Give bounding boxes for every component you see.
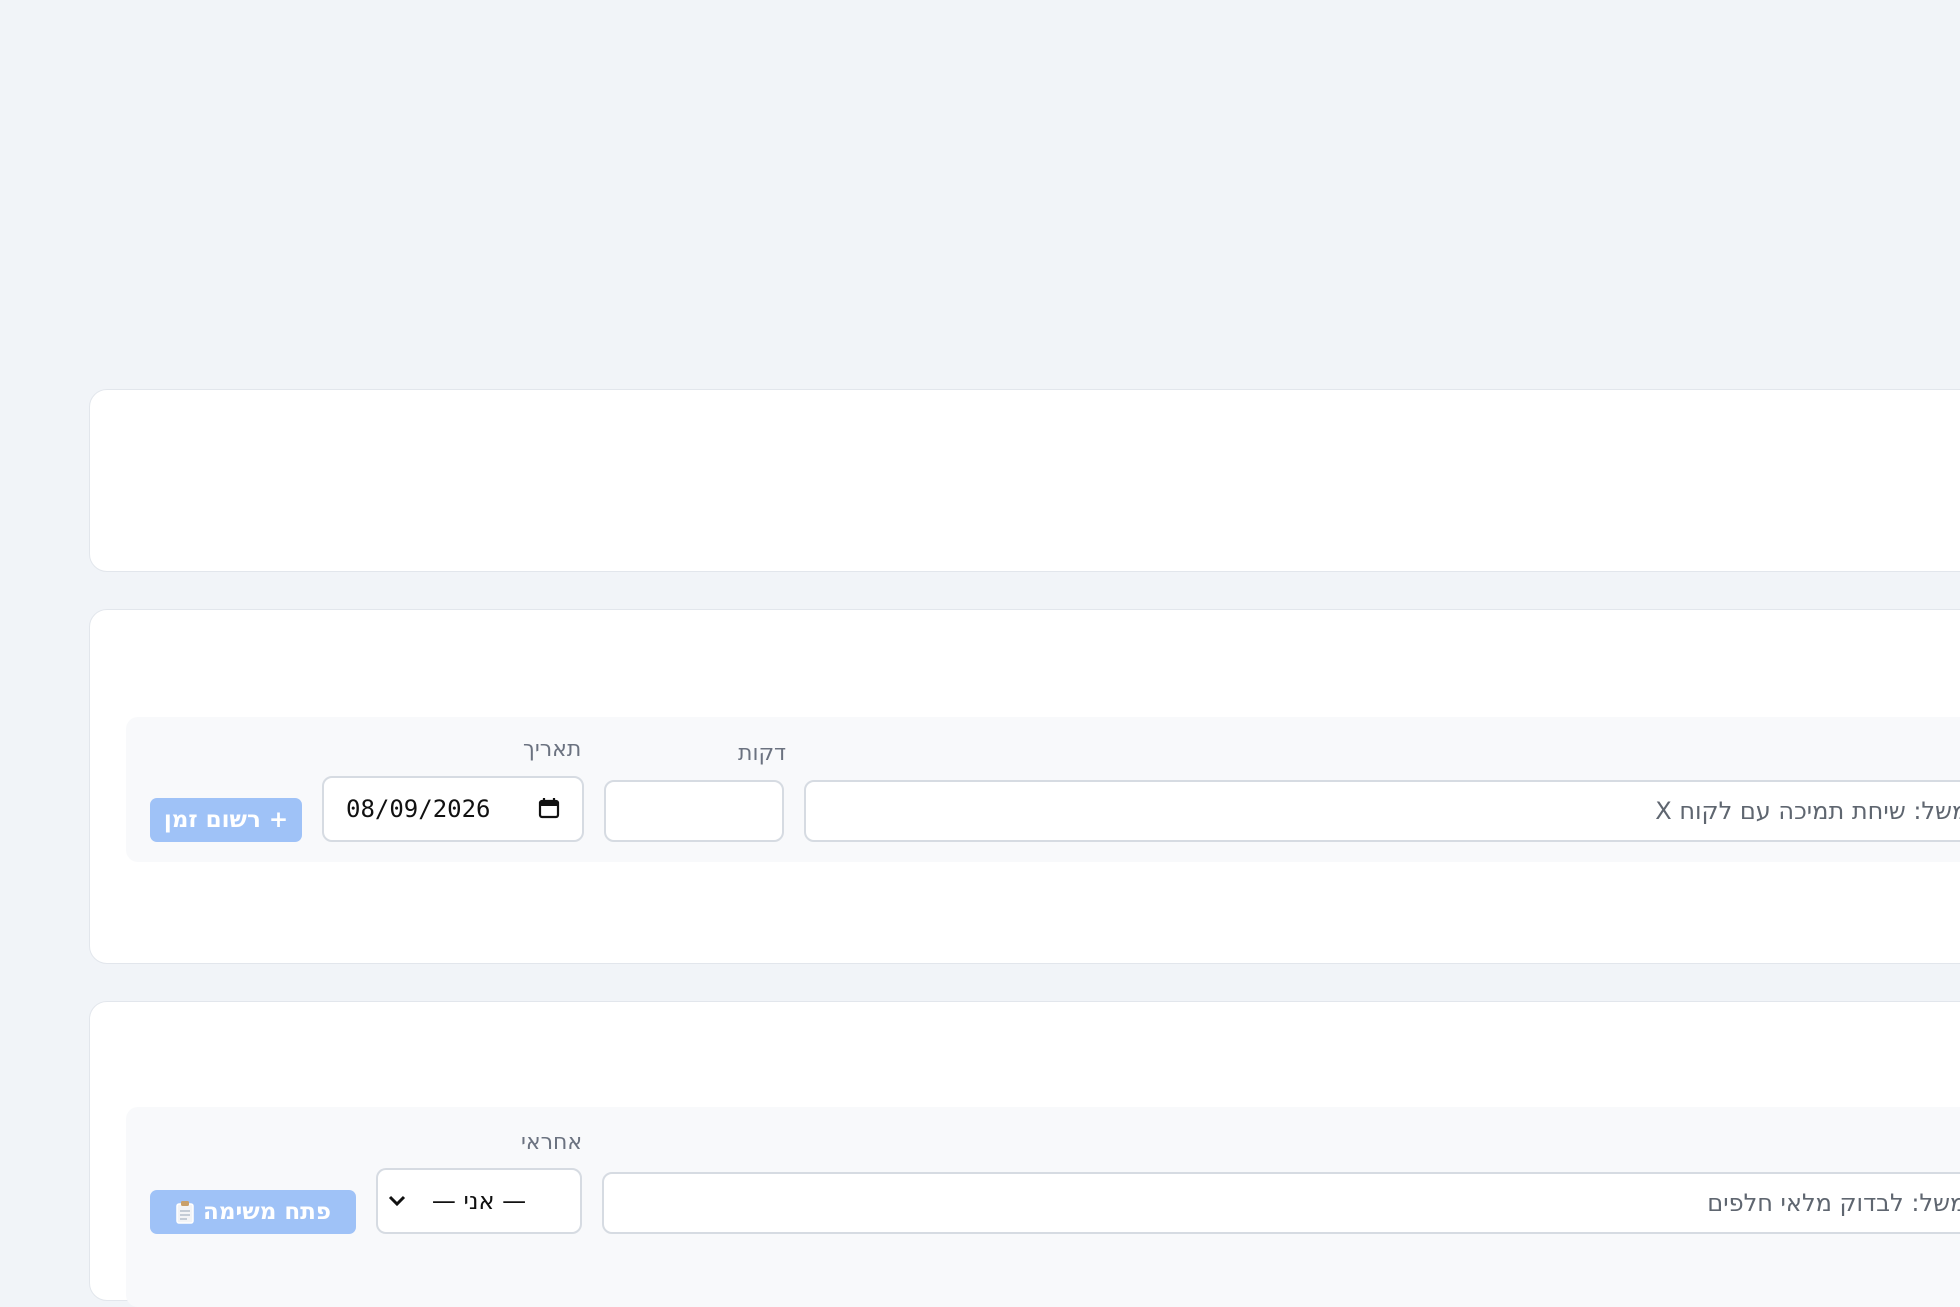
minutes-input[interactable]: [604, 780, 784, 842]
assignee-label: אחראי: [521, 1130, 583, 1155]
time-description-placeholder: למשל: שיחת תמיכה עם לקוח X: [1655, 797, 1960, 825]
summary-card: [89, 389, 1960, 572]
open-task-button[interactable]: פתח משימה: [150, 1190, 356, 1234]
date-label: תאריך: [523, 737, 582, 762]
assignee-select[interactable]: — אני —: [376, 1168, 582, 1234]
time-description-input[interactable]: למשל: שיחת תמיכה עם לקוח X: [804, 780, 1960, 842]
chevron-down-icon[interactable]: [386, 1192, 408, 1210]
clipboard-icon: [176, 1201, 194, 1224]
date-value: 08/09/2026: [346, 795, 491, 823]
task-description-placeholder: למשל: לבדוק מלאי חלפים: [1707, 1189, 1960, 1217]
task-button-label: פתח משימה: [203, 1199, 331, 1225]
date-input[interactable]: 08/09/2026: [322, 776, 584, 842]
log-time-button[interactable]: + רשום זמן: [150, 798, 302, 842]
task-description-input[interactable]: למשל: לבדוק מלאי חלפים: [602, 1172, 1960, 1234]
assignee-selected: — אני —: [431, 1187, 527, 1215]
minutes-label: דקות: [738, 741, 787, 766]
calendar-icon[interactable]: [538, 797, 560, 819]
